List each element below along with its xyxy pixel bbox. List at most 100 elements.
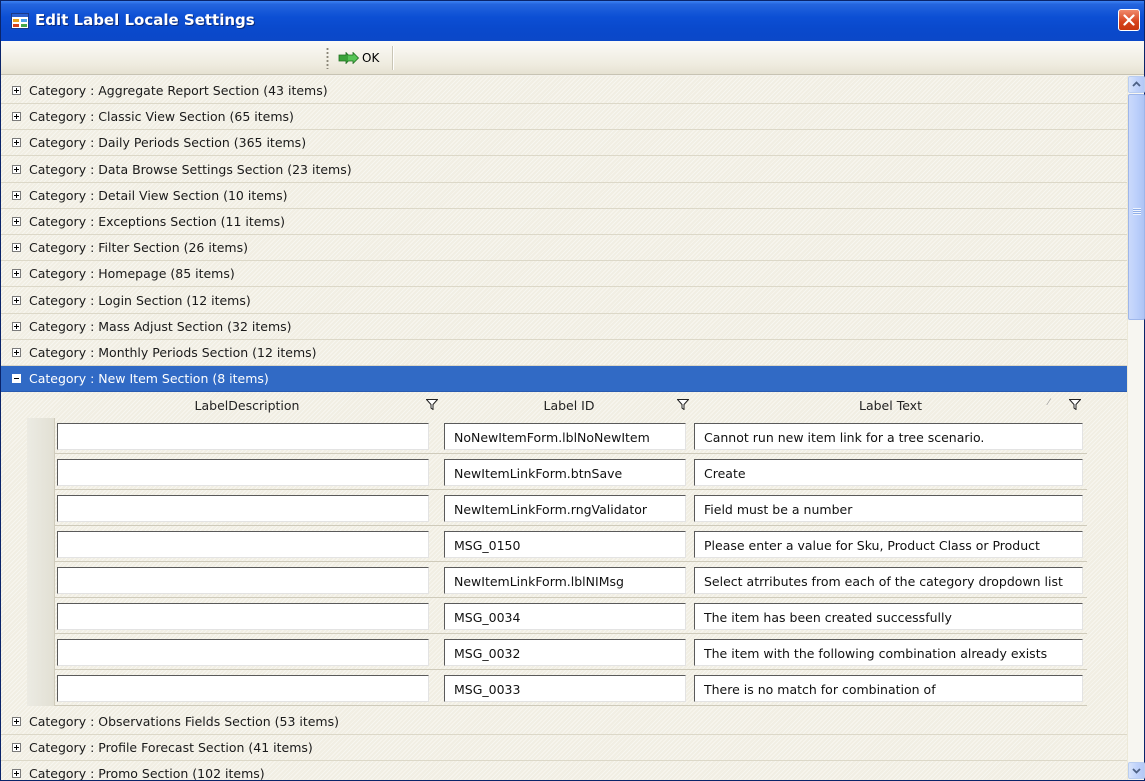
column-header-label-text[interactable]: Label Text	[694, 392, 1087, 418]
row-selector[interactable]	[27, 490, 55, 526]
category-row[interactable]: Category : Classic View Section (65 item…	[1, 104, 1127, 131]
label-text-field[interactable]: Select atrributes from each of the categ…	[694, 567, 1083, 594]
label-id-field[interactable]: NewItemLinkForm.btnSave	[444, 459, 686, 486]
row-selector[interactable]	[27, 598, 55, 634]
plus-box-icon[interactable]	[12, 164, 21, 174]
plus-box-icon[interactable]	[12, 86, 21, 95]
label-id-field[interactable]: MSG_0150	[444, 531, 686, 558]
scroll-down-button[interactable]	[1128, 762, 1145, 779]
category-label: Category : Promo Section (102 items)	[29, 766, 265, 780]
label-text-field[interactable]: The item has been created successfully	[694, 603, 1083, 630]
funnel-filter-icon[interactable]	[1069, 399, 1081, 410]
category-row[interactable]: Category : Detail View Section (10 items…	[1, 183, 1127, 209]
plus-box-icon[interactable]	[12, 295, 21, 305]
category-label: Category : Detail View Section (10 items…	[29, 187, 288, 203]
label-text-field[interactable]: There is no match for combination of	[694, 675, 1083, 702]
title-bar[interactable]: Edit Label Locale Settings	[1, 1, 1144, 41]
category-row[interactable]: Category : Mass Adjust Section (32 items…	[1, 314, 1127, 340]
category-row[interactable]: Category : Exceptions Section (11 items)	[1, 209, 1127, 235]
label-text-field[interactable]: The item with the following combination …	[694, 639, 1083, 666]
label-description-field[interactable]	[57, 531, 429, 558]
category-grid[interactable]: Category : Aggregate Report Section (43 …	[1, 76, 1127, 780]
plus-box-icon[interactable]	[12, 769, 21, 778]
plus-box-icon[interactable]	[12, 138, 21, 148]
toolbar-grip[interactable]	[326, 47, 329, 69]
category-label: Category : Data Browse Settings Section …	[29, 161, 352, 177]
label-description-field[interactable]	[57, 603, 429, 630]
category-label: Category : Monthly Periods Section (12 i…	[29, 345, 317, 360]
plus-box-icon[interactable]	[12, 743, 21, 752]
category-row[interactable]: Category : Aggregate Report Section (43 …	[1, 78, 1127, 104]
table-row[interactable]: NewItemLinkForm.lblNIMsg Select atrribute…	[27, 562, 1087, 598]
category-row[interactable]: Category : Monthly Periods Section (12 i…	[1, 340, 1127, 366]
funnel-filter-icon[interactable]	[677, 399, 689, 410]
scroll-up-button[interactable]	[1128, 76, 1145, 93]
label-text-field[interactable]: Create	[694, 459, 1083, 486]
label-text-field[interactable]: Cannot run new item link for a tree scen…	[694, 423, 1083, 450]
minus-box-icon[interactable]	[12, 374, 21, 383]
label-description-field[interactable]	[57, 495, 429, 522]
plus-box-icon[interactable]	[12, 190, 21, 200]
category-label: Category : Daily Periods Section (365 it…	[29, 135, 307, 151]
label-id-field[interactable]: NewItemLinkForm.lblNIMsg	[444, 567, 686, 594]
close-icon	[1123, 14, 1135, 26]
label-id-field[interactable]: MSG_0033	[444, 675, 686, 702]
row-selector[interactable]	[27, 418, 55, 454]
category-row[interactable]: Category : Homepage (85 items)	[1, 261, 1127, 288]
table-row[interactable]: MSG_0150 Please enter a value for Sku, Pr…	[27, 526, 1087, 562]
label-description-field[interactable]	[57, 639, 429, 666]
category-row-new-item[interactable]: Category : New Item Section (8 items)	[1, 366, 1127, 392]
row-selector[interactable]	[27, 634, 55, 670]
scroll-thumb[interactable]	[1128, 94, 1145, 320]
vertical-scrollbar[interactable]	[1127, 76, 1145, 780]
row-selector[interactable]	[27, 454, 55, 490]
column-header-label-id[interactable]: Label ID	[444, 392, 694, 418]
table-row[interactable]: MSG_0033 There is no match for combinatio…	[27, 670, 1087, 706]
plus-box-icon[interactable]	[12, 243, 21, 253]
plus-box-icon[interactable]	[12, 717, 21, 726]
column-header-labeldescription[interactable]: LabelDescription	[57, 392, 437, 418]
label-text-field[interactable]: Please enter a value for Sku, Product Cl…	[694, 531, 1083, 558]
plus-box-icon[interactable]	[12, 348, 21, 357]
category-row[interactable]: Category : Login Section (12 items)	[1, 288, 1127, 314]
category-row[interactable]: Category : Data Browse Settings Section …	[1, 157, 1127, 183]
row-selector[interactable]	[27, 526, 55, 562]
double-arrow-right-icon	[338, 52, 360, 64]
plus-box-icon[interactable]	[12, 112, 21, 122]
plus-box-icon[interactable]	[12, 321, 21, 331]
edit-label-locale-window: Edit Label Locale Settings OK Category :…	[0, 0, 1145, 781]
column-header-label: Label ID	[543, 397, 595, 413]
row-selector[interactable]	[27, 670, 55, 706]
category-row[interactable]: Category : Daily Periods Section (365 it…	[1, 130, 1127, 157]
table-row[interactable]: NoNewItemForm.lblNoNewItem Cannot run new…	[27, 418, 1087, 454]
plus-box-icon[interactable]	[12, 217, 21, 226]
label-id-field[interactable]: NoNewItemForm.lblNoNewItem	[444, 423, 686, 450]
funnel-filter-icon[interactable]	[426, 399, 438, 410]
row-selector[interactable]	[27, 562, 55, 598]
label-description-field[interactable]	[57, 675, 429, 702]
label-id-field[interactable]: MSG_0032	[444, 639, 686, 666]
category-row[interactable]: Category : Profile Forecast Section (41 …	[1, 735, 1127, 761]
label-description-field[interactable]	[57, 423, 429, 450]
ok-button[interactable]: OK	[334, 47, 383, 69]
table-row[interactable]: NewItemLinkForm.rngValidator Field must b…	[27, 490, 1087, 526]
category-label: Category : Homepage (85 items)	[29, 266, 235, 282]
category-row[interactable]: Category : Filter Section (26 items)	[1, 235, 1127, 262]
close-button[interactable]	[1118, 9, 1140, 31]
plus-box-icon[interactable]	[12, 269, 21, 279]
scroll-grip	[1133, 208, 1141, 215]
table-row[interactable]: MSG_0034 The item has been created succes…	[27, 598, 1087, 634]
label-id-field[interactable]: MSG_0034	[444, 603, 686, 630]
label-description-field[interactable]	[57, 459, 429, 486]
label-text-field[interactable]: Field must be a number	[694, 495, 1083, 522]
table-row[interactable]: NewItemLinkForm.btnSave Create	[27, 454, 1087, 490]
category-label: Category : Classic View Section (65 item…	[29, 109, 294, 125]
label-id-field[interactable]: NewItemLinkForm.rngValidator	[444, 495, 686, 522]
category-label: Category : Observations Fields Section (…	[29, 714, 339, 729]
category-row[interactable]: Category : Promo Section (102 items)	[1, 761, 1127, 780]
sort-indicator-icon: ⁄	[1048, 398, 1050, 408]
chevron-up-icon	[1132, 81, 1141, 87]
label-description-field[interactable]	[57, 567, 429, 594]
table-row[interactable]: MSG_0032 The item with the following comb…	[27, 634, 1087, 670]
category-row[interactable]: Category : Observations Fields Section (…	[1, 709, 1127, 735]
